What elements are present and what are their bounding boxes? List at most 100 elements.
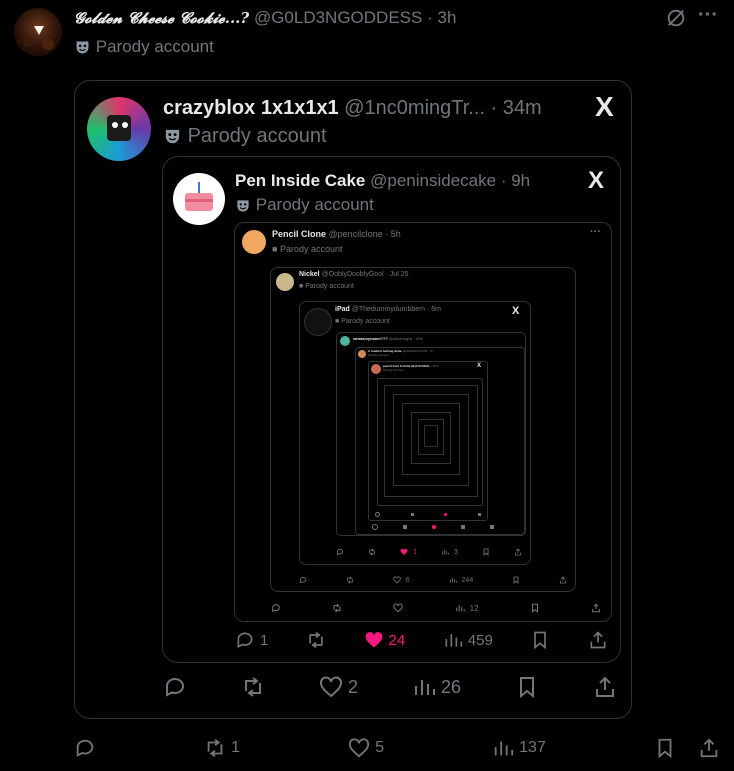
q2-time[interactable]: 9h	[511, 171, 530, 190]
views-button[interactable]: 3	[441, 548, 458, 556]
reply-button[interactable]	[299, 576, 307, 584]
q1-header: crazyblox 1x1x1x1 @1nc0mingTr... · 34m	[163, 97, 542, 120]
like-button[interactable]: 6	[393, 576, 410, 584]
q4-handle[interactable]: @OoblyDooblyGool	[322, 271, 384, 278]
retweet-button[interactable]	[332, 603, 342, 613]
like-icon[interactable]	[444, 512, 448, 516]
retweet-button[interactable]	[346, 576, 354, 584]
heart-icon	[393, 576, 401, 584]
q1-handle[interactable]: @1nc0mingTr...	[344, 97, 485, 119]
q6-display-name[interactable]: whatsmyname???	[353, 336, 388, 341]
bookmark-icon[interactable]	[654, 737, 676, 759]
retweet-button[interactable]: 1	[204, 737, 240, 759]
q3-handle[interactable]: @pencilclone	[329, 229, 383, 239]
q5-display-name[interactable]: iPad	[335, 306, 350, 313]
q3-avatar[interactable]	[242, 230, 266, 254]
share-button[interactable]	[559, 576, 567, 584]
quoted-tweet-pen-inside-cake[interactable]: Pen Inside Cake @peninsidecake · 9h Paro…	[162, 156, 621, 663]
retweet-icon[interactable]	[410, 512, 414, 516]
share-button[interactable]	[514, 548, 522, 556]
q5-avatar[interactable]	[304, 308, 332, 336]
bookmark-icon	[534, 631, 547, 650]
quoted-tweet-pencil-fortnite[interactable]: pencil from fortnite (R-R-R-RIGH... 18m …	[368, 361, 488, 521]
quoted-tweet-nickel[interactable]: Nickel @OoblyDooblyGool · Jul 25 ■ Parod…	[270, 267, 576, 592]
q4-display-name[interactable]: Nickel	[299, 271, 320, 278]
q8-avatar[interactable]	[371, 364, 381, 374]
q1-display-name[interactable]: crazyblox 1x1x1x1	[163, 97, 339, 119]
q5-time[interactable]: 6m	[431, 306, 441, 313]
q7-handle[interactable]: @ahh8ISAGATOR · 7h	[402, 349, 433, 353]
reply-button[interactable]	[74, 737, 96, 759]
q5-handle[interactable]: @Thedummydumbbem	[352, 306, 425, 313]
q3-display-name[interactable]: Pencil Clone	[272, 229, 326, 239]
share-button[interactable]	[588, 630, 608, 650]
q6-avatar[interactable]	[340, 336, 350, 346]
reply-count: 1	[260, 631, 269, 649]
like-button[interactable]: 5	[348, 737, 384, 759]
q8-handle[interactable]: 18m	[433, 364, 439, 368]
views-button[interactable]: 244	[449, 576, 473, 584]
q1-avatar[interactable]	[87, 97, 151, 161]
bookmark-button[interactable]	[512, 576, 520, 584]
quoted-tweet-whatsmyname[interactable]: whatsmyname??? @idkdmughs · 40s A random…	[336, 332, 526, 536]
bookmark-button[interactable]	[530, 603, 540, 613]
q2-avatar[interactable]	[173, 173, 225, 225]
more-icon[interactable]: ···	[590, 226, 601, 238]
quoted-tweet-ipad[interactable]: iPad @Thedummydumbbem · 6m ■ Parody acco…	[299, 301, 531, 565]
reply-button[interactable]	[163, 675, 187, 699]
q4-badge-label: Parody account	[305, 283, 354, 290]
quoted-tweet-random-dude[interactable]: A random fucking dude @ahh8ISAGATOR · 7h…	[355, 347, 525, 535]
q8-action-bar	[375, 511, 481, 517]
views-button[interactable]: 12	[455, 603, 479, 613]
q4-avatar[interactable]	[276, 273, 294, 291]
bookmark-button[interactable]	[482, 548, 490, 556]
views-count: 12	[469, 603, 479, 613]
like-button[interactable]: 2	[319, 675, 358, 699]
q6-handle[interactable]: @idkdmughs · 40s	[389, 336, 422, 341]
retweet-button[interactable]	[306, 630, 326, 650]
avatar-art	[107, 115, 131, 141]
share-icon[interactable]	[490, 525, 494, 529]
reply-button[interactable]	[336, 548, 344, 556]
like-icon[interactable]	[432, 525, 436, 529]
q4-time[interactable]: Jul 25	[390, 271, 409, 278]
x-logo-icon: X	[477, 363, 482, 369]
quoted-tweet-crazyblox[interactable]: crazyblox 1x1x1x1 @1nc0mingTr... · 34m P…	[74, 80, 632, 719]
q3-time[interactable]: 5h	[391, 229, 401, 239]
q7-avatar[interactable]	[358, 350, 366, 358]
share-button[interactable]	[593, 675, 617, 699]
bookmark-button[interactable]	[515, 675, 539, 699]
outer-handle[interactable]: @G0LD3NGODDESS	[254, 8, 422, 27]
x-logo-icon: X	[595, 91, 614, 122]
grok-icon[interactable]	[665, 7, 687, 29]
retweet-button[interactable]	[241, 675, 265, 699]
like-button[interactable]: 24	[364, 630, 405, 650]
q1-time[interactable]: 34m	[503, 97, 542, 119]
bookmark-button[interactable]	[530, 630, 550, 650]
reply-button[interactable]	[271, 603, 281, 613]
more-icon[interactable]: ···	[698, 4, 718, 27]
views-icon	[441, 549, 449, 555]
retweet-icon[interactable]	[403, 525, 407, 529]
views-button[interactable]: 137	[492, 737, 546, 759]
retweet-button[interactable]	[368, 548, 376, 556]
views-button[interactable]: 26	[412, 675, 461, 699]
outer-time[interactable]: 3h	[438, 8, 457, 27]
views-icon[interactable]	[461, 525, 465, 529]
like-button[interactable]: 1	[400, 548, 417, 556]
reply-icon[interactable]	[372, 524, 378, 530]
outer-avatar[interactable]	[14, 8, 62, 56]
outer-display-name[interactable]: 𝓖𝓸𝓵𝓭𝓮𝓷 𝓒𝓱𝓮𝓮𝓼𝓮 𝓒𝓸𝓸𝓴𝓲𝓮...?	[74, 9, 249, 27]
reply-icon[interactable]	[375, 511, 380, 517]
quoted-tweet-pencil-clone[interactable]: Pencil Clone @pencilclone · 5h ■ Parody …	[234, 222, 612, 622]
like-button[interactable]	[393, 603, 404, 613]
share-button[interactable]	[591, 603, 601, 613]
views-icon[interactable]	[477, 512, 481, 516]
views-button[interactable]: 459	[443, 630, 493, 650]
reply-button[interactable]: 1	[235, 630, 268, 650]
q2-display-name[interactable]: Pen Inside Cake	[235, 171, 365, 190]
q2-handle[interactable]: @peninsidecake	[370, 171, 496, 190]
q5-action-bar: 1 3	[336, 546, 522, 558]
share-icon[interactable]	[698, 737, 720, 759]
heart-icon	[349, 738, 370, 758]
